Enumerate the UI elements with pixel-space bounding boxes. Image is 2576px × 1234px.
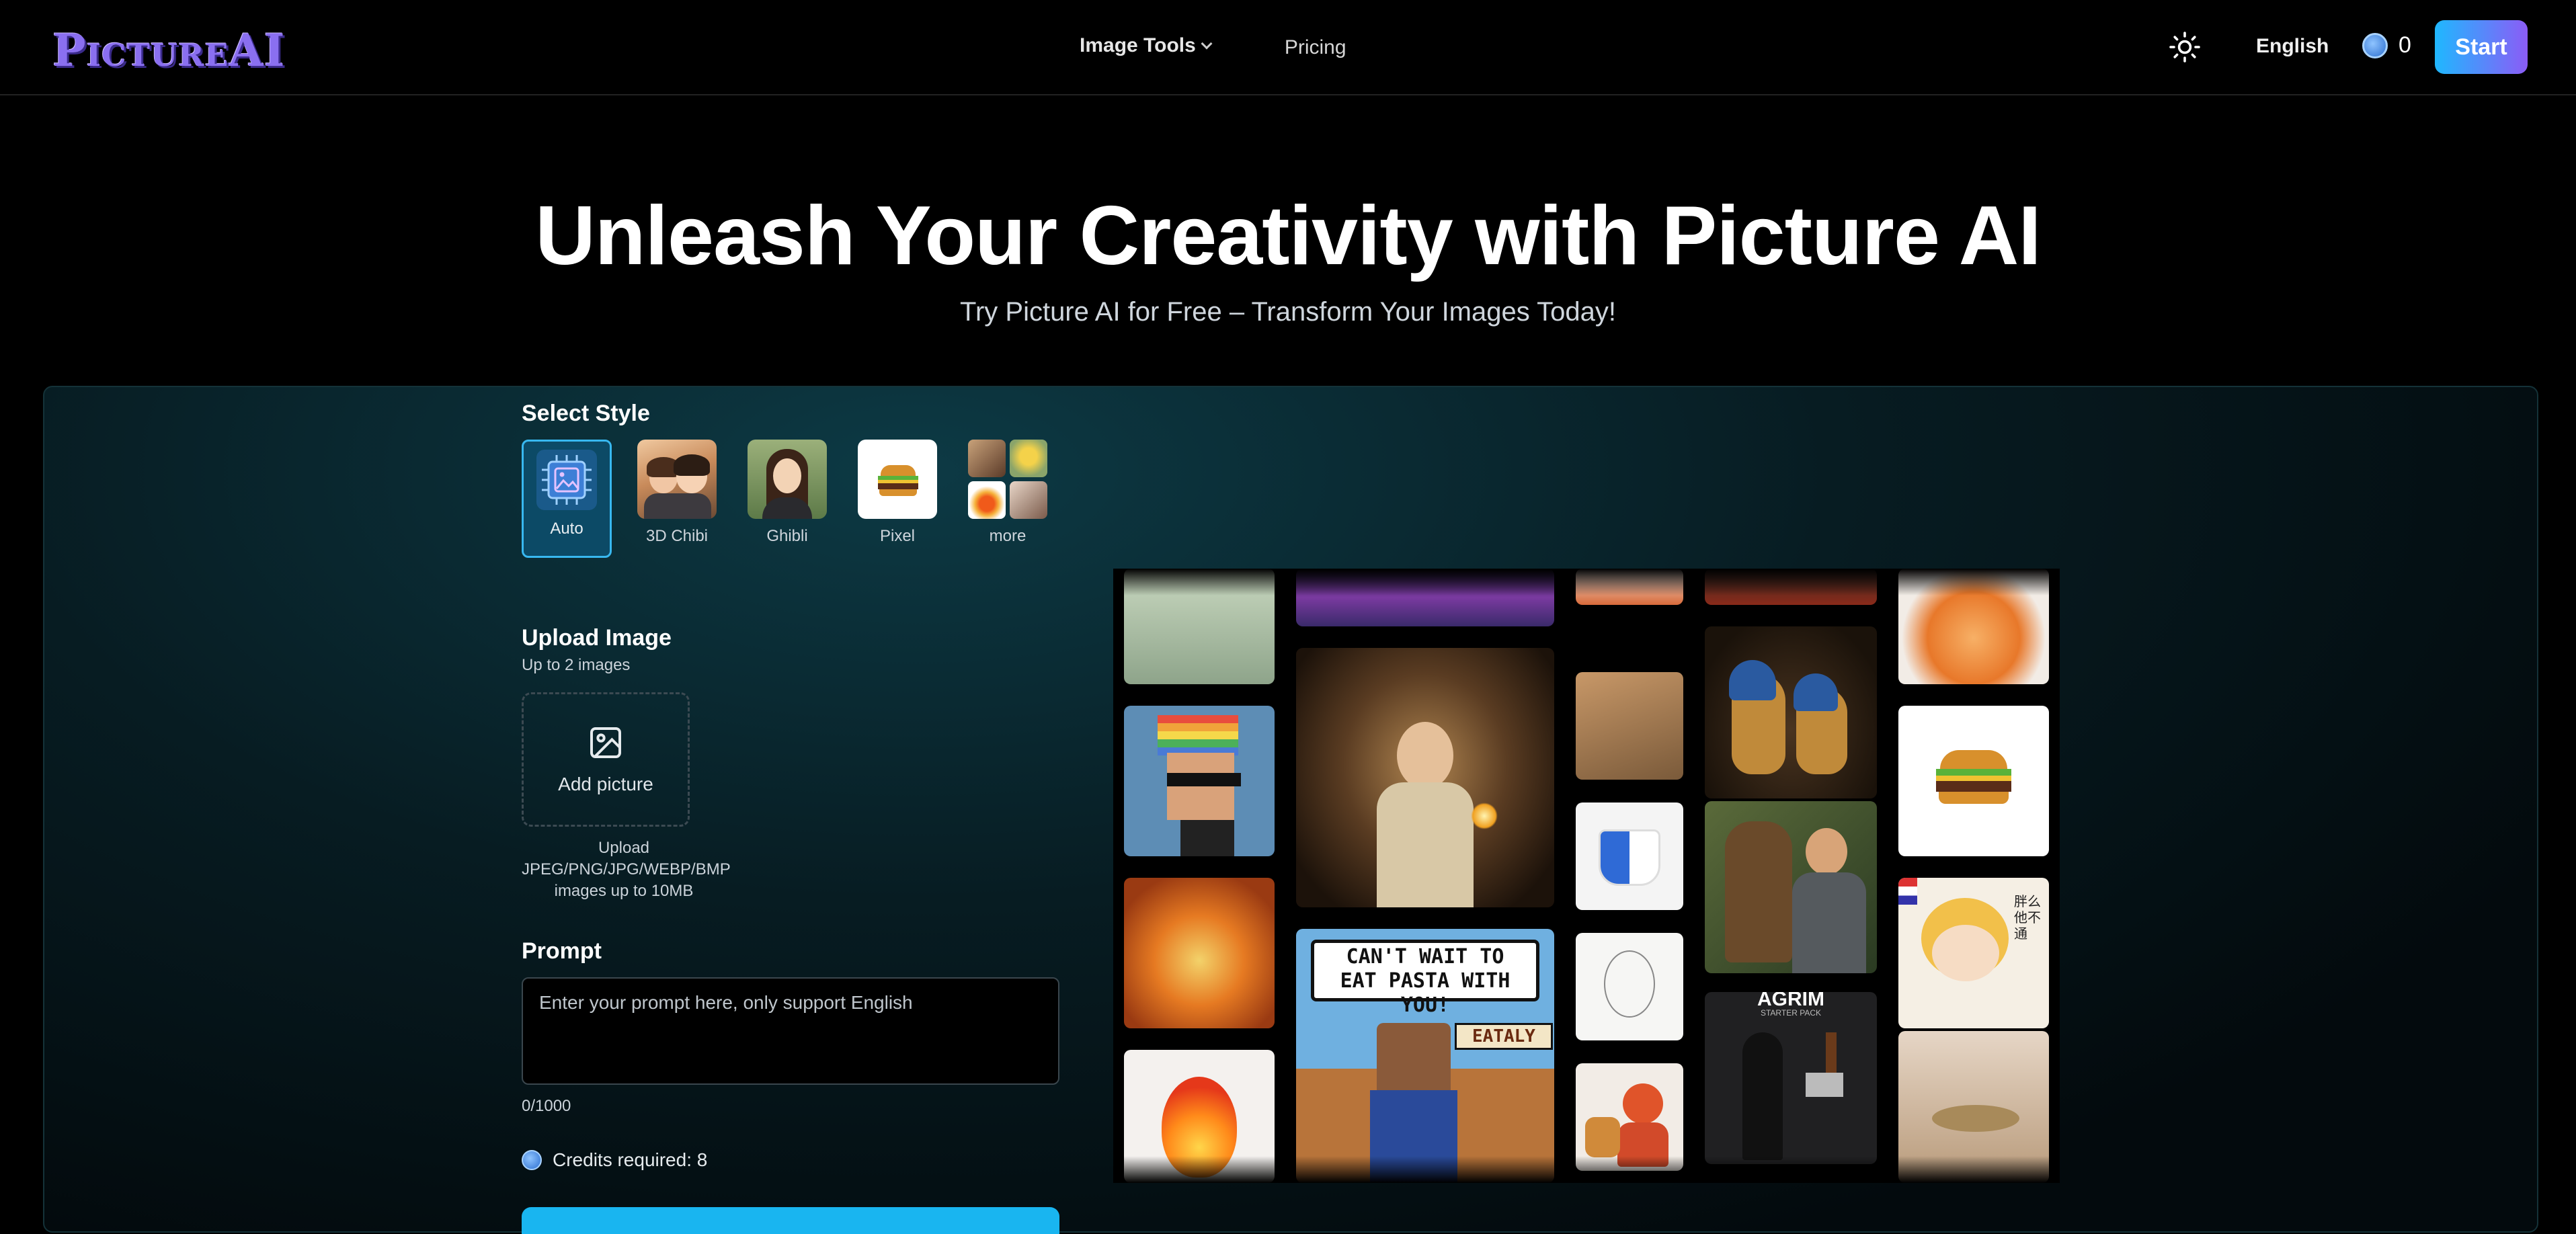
credits-count: 0 [2399, 32, 2411, 58]
logo[interactable]: PictureAI [52, 24, 285, 77]
style-label-more: more [989, 527, 1027, 545]
style-option-ghibli[interactable]: Ghibli [742, 440, 832, 558]
add-picture-label: Add picture [558, 774, 653, 794]
nav-links: Image Tools Pricing [1080, 32, 1346, 59]
image-tools-label: Image Tools [1080, 34, 1196, 56]
style-label-3d-chibi: 3D Chibi [645, 527, 709, 545]
add-picture-button[interactable]: Add picture [522, 692, 690, 827]
style-selector: Auto 3D Chibi Ghibli Pixel more [522, 440, 1053, 558]
style-label-auto: Auto [550, 520, 583, 538]
upload-image-title: Upload Image [522, 625, 672, 651]
gallery-tile[interactable] [1124, 706, 1275, 856]
image-tools-menu[interactable]: Image Tools [1080, 34, 1213, 57]
gallery-tile[interactable] [1296, 648, 1554, 907]
style-label-ghibli: Ghibli [766, 527, 808, 545]
pixel-burger-thumbnail [858, 440, 937, 519]
gallery-tile[interactable]: CAN'T WAIT TO EAT PASTA WITH YOU! EATALY [1296, 929, 1554, 1183]
coin-icon [522, 1150, 542, 1170]
example-gallery: CAN'T WAIT TO EAT PASTA WITH YOU! EATALY… [1113, 569, 2060, 1183]
gallery-tile[interactable]: 胖么 他不 通 [1898, 878, 2049, 1028]
credits-required-label: Credits required: 8 [553, 1149, 708, 1170]
style-option-pixel[interactable]: Pixel [852, 440, 942, 558]
gallery-tile[interactable] [1576, 1063, 1683, 1171]
style-label-pixel: Pixel [879, 527, 916, 545]
gallery-fade-top [1113, 569, 2060, 595]
chevron-down-icon [1201, 38, 1213, 50]
pricing-link[interactable]: Pricing [1285, 36, 1346, 59]
upload-image-subtitle: Up to 2 images [522, 656, 631, 674]
prompt-char-counter: 0/1000 [522, 1097, 571, 1115]
gallery-tile[interactable]: AGRIM STARTER PACK [1705, 992, 1877, 1164]
comic-text: 胖么 他不 通 [2014, 895, 2041, 942]
language-selector[interactable]: English [2256, 35, 2329, 58]
gallery-tile[interactable] [1705, 801, 1877, 973]
gallery-tile[interactable] [1576, 933, 1683, 1040]
gallery-tile[interactable] [1898, 706, 2049, 856]
ghibli-thumbnail [748, 440, 827, 519]
gallery-tile[interactable] [1124, 878, 1275, 1028]
style-option-auto[interactable]: Auto [522, 440, 612, 558]
prompt-input[interactable] [522, 977, 1059, 1085]
coin-icon [2362, 32, 2388, 58]
hero-subtitle: Try Picture AI for Free – Transform Your… [960, 297, 1616, 327]
gallery-tile[interactable] [1576, 803, 1683, 910]
credits-display[interactable]: 0 [2362, 32, 2411, 58]
upload-format-hint: Upload JPEG/PNG/JPG/WEBP/BMP images up t… [522, 839, 731, 900]
start-button[interactable]: Start [2435, 20, 2528, 74]
starter-pack-subtitle: STARTER PACK [1760, 1008, 1822, 1018]
hero-title: Unleash Your Creativity with Picture AI [535, 190, 2042, 282]
more-styles-thumbnails [968, 440, 1047, 519]
image-icon [590, 727, 621, 758]
eataly-sign: EATALY [1455, 1023, 1553, 1050]
sun-icon[interactable] [2169, 31, 2201, 63]
prompt-title: Prompt [522, 938, 602, 964]
gallery-tile[interactable] [1705, 626, 1877, 798]
credits-required: Credits required: 8 [522, 1149, 707, 1171]
generate-button[interactable] [522, 1207, 1059, 1234]
gallery-tile[interactable] [1576, 672, 1683, 780]
gallery-fade-bottom [1113, 1156, 2060, 1183]
style-option-more[interactable]: more [963, 440, 1053, 558]
ai-chip-icon [536, 450, 597, 510]
top-nav: PictureAI Image Tools Pricing English 0 … [0, 0, 2576, 95]
pixel-speech-text: CAN'T WAIT TO EAT PASTA WITH YOU! [1340, 945, 1511, 1017]
style-option-3d-chibi[interactable]: 3D Chibi [632, 440, 722, 558]
chibi-thumbnail [637, 440, 717, 519]
select-style-title: Select Style [522, 401, 650, 426]
